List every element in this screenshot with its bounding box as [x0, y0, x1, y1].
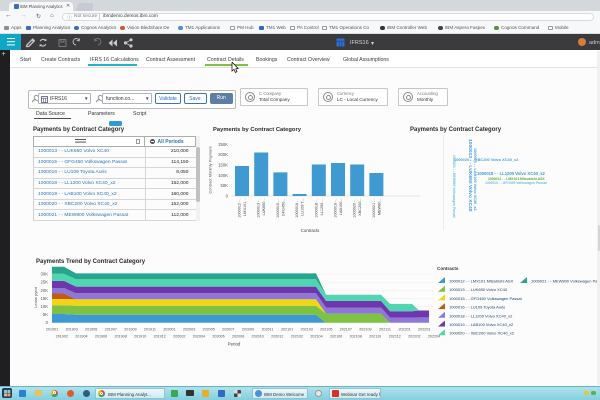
svg-text:1000018 - .: 1000018 - . — [314, 199, 318, 218]
svg-text:Contracts: Contracts — [301, 228, 321, 233]
svg-text:Lease pymt: Lease pymt — [33, 286, 38, 308]
svg-text:LAB100...: LAB100... — [339, 199, 343, 216]
svg-text:150K: 150K — [218, 163, 228, 168]
svg-text:1000016 - .: 1000016 - . — [295, 199, 299, 218]
svg-text:201901: 201901 — [46, 328, 58, 332]
svg-text:15K: 15K — [41, 296, 49, 301]
svg-text:202011: 202011 — [261, 328, 273, 332]
svg-text:201907: 201907 — [105, 328, 117, 332]
svg-text:202103: 202103 — [301, 328, 313, 332]
svg-text:202006: 202006 — [212, 335, 224, 339]
svg-text:202007: 202007 — [222, 328, 234, 332]
svg-text:LMX101 ..: LMX101 .. — [243, 199, 247, 216]
svg-text:201906: 201906 — [95, 335, 107, 339]
svg-text:Period: Period — [228, 342, 241, 347]
svg-text:202202: 202202 — [408, 335, 420, 339]
svg-text:202203: 202203 — [418, 328, 430, 332]
svg-text:1000019 - - LAB100 Volvo XC40_: 1000019 - - LAB100 Volvo XC40_x2 — [449, 322, 514, 327]
svg-text:XBC200...: XBC200... — [358, 199, 362, 216]
svg-text:202004: 202004 — [193, 335, 205, 339]
svg-text:202003: 202003 — [183, 328, 195, 332]
svg-text:0: 0 — [226, 194, 229, 199]
svg-text:202110: 202110 — [369, 335, 381, 339]
svg-text:202104: 202104 — [310, 335, 322, 339]
svg-text:50K: 50K — [221, 183, 229, 188]
svg-text:200K: 200K — [218, 152, 228, 157]
svg-text:202008: 202008 — [232, 335, 244, 339]
svg-text:1000012 - - LMX101 Mitsubishi: 1000012 - - LMX101 Mitsubishi ASX — [449, 279, 514, 284]
svg-text:201903: 201903 — [65, 328, 77, 332]
svg-text:202108: 202108 — [349, 335, 361, 339]
svg-text:201909: 201909 — [124, 328, 136, 332]
svg-text:1000013 - .: 1000013 - . — [257, 199, 261, 218]
svg-text:1000015 - .: 1000015 - . — [276, 199, 280, 218]
svg-text:201908: 201908 — [114, 335, 126, 339]
svg-text:1000013 - - LUK650 Volvo XC40: 1000013 - - LUK650 Volvo XC40 — [449, 287, 508, 292]
svg-text:202106: 202106 — [330, 335, 342, 339]
svg-text:1000019 - .: 1000019 - . — [334, 199, 338, 218]
svg-text:100K: 100K — [218, 173, 228, 178]
svg-text:LU109 T...: LU109 T... — [301, 199, 305, 216]
svg-text:1000016 - - LU109 Toyota Auris: 1000016 - - LU109 Toyota Auris — [449, 305, 505, 310]
svg-text:202001: 202001 — [163, 328, 175, 332]
svg-text:5K: 5K — [43, 312, 48, 317]
svg-text:202012: 202012 — [271, 335, 283, 339]
svg-text:1000015 - - GFG450 Volkswagen: 1000015 - - GFG450 Volkswagen Passat — [449, 296, 523, 301]
svg-text:1000020 - - XBC200 Volvo XC40_: 1000020 - - XBC200 Volvo XC40_x2 — [449, 331, 515, 336]
svg-text:201904: 201904 — [75, 335, 87, 339]
svg-text:GFG450...: GFG450... — [281, 199, 285, 217]
svg-text:250K: 250K — [218, 142, 228, 147]
svg-text:202107: 202107 — [340, 328, 352, 332]
svg-text:1000018 - - LL1200 Volvo XC40_: 1000018 - - LL1200 Volvo XC40_x2 — [449, 313, 513, 318]
svg-text:202010: 202010 — [252, 335, 264, 339]
svg-text:25K: 25K — [41, 280, 49, 285]
svg-text:20K: 20K — [41, 288, 49, 293]
svg-text:202009: 202009 — [242, 328, 254, 332]
svg-text:202109: 202109 — [359, 328, 371, 332]
svg-text:1000012 - .: 1000012 - . — [238, 199, 242, 218]
svg-text:202101: 202101 — [281, 328, 293, 332]
svg-text:1000021 - - MEW800 Volkswagen: 1000021 - - MEW800 Volkswagen Passat — [531, 279, 600, 284]
svg-text:1000020 - .: 1000020 - . — [353, 199, 357, 218]
svg-text:201910: 201910 — [134, 335, 146, 339]
svg-text:202111: 202111 — [379, 328, 391, 332]
svg-text:202201: 202201 — [398, 328, 410, 332]
svg-text:Contract Monthly Payment: Contract Monthly Payment — [208, 146, 213, 194]
svg-text:201912: 201912 — [154, 335, 166, 339]
svg-text:MEW80...: MEW80... — [377, 199, 381, 216]
svg-text:LUK650 ..: LUK650 .. — [262, 199, 266, 216]
svg-text:202102: 202102 — [291, 335, 303, 339]
svg-text:201911: 201911 — [144, 328, 156, 332]
svg-text:201902: 201902 — [56, 335, 68, 339]
svg-text:202112: 202112 — [389, 335, 401, 339]
svg-text:30K: 30K — [41, 272, 49, 277]
svg-text:0: 0 — [46, 320, 49, 325]
svg-text:1000021 - .: 1000021 - . — [372, 199, 376, 218]
svg-text:202105: 202105 — [320, 328, 332, 332]
svg-text:202005: 202005 — [203, 328, 215, 332]
svg-text:Contracts: Contracts — [437, 266, 459, 271]
svg-text:LL1200 ...: LL1200 ... — [320, 199, 324, 216]
svg-text:201905: 201905 — [85, 328, 97, 332]
svg-text:202002: 202002 — [173, 335, 185, 339]
svg-text:10K: 10K — [41, 304, 49, 309]
